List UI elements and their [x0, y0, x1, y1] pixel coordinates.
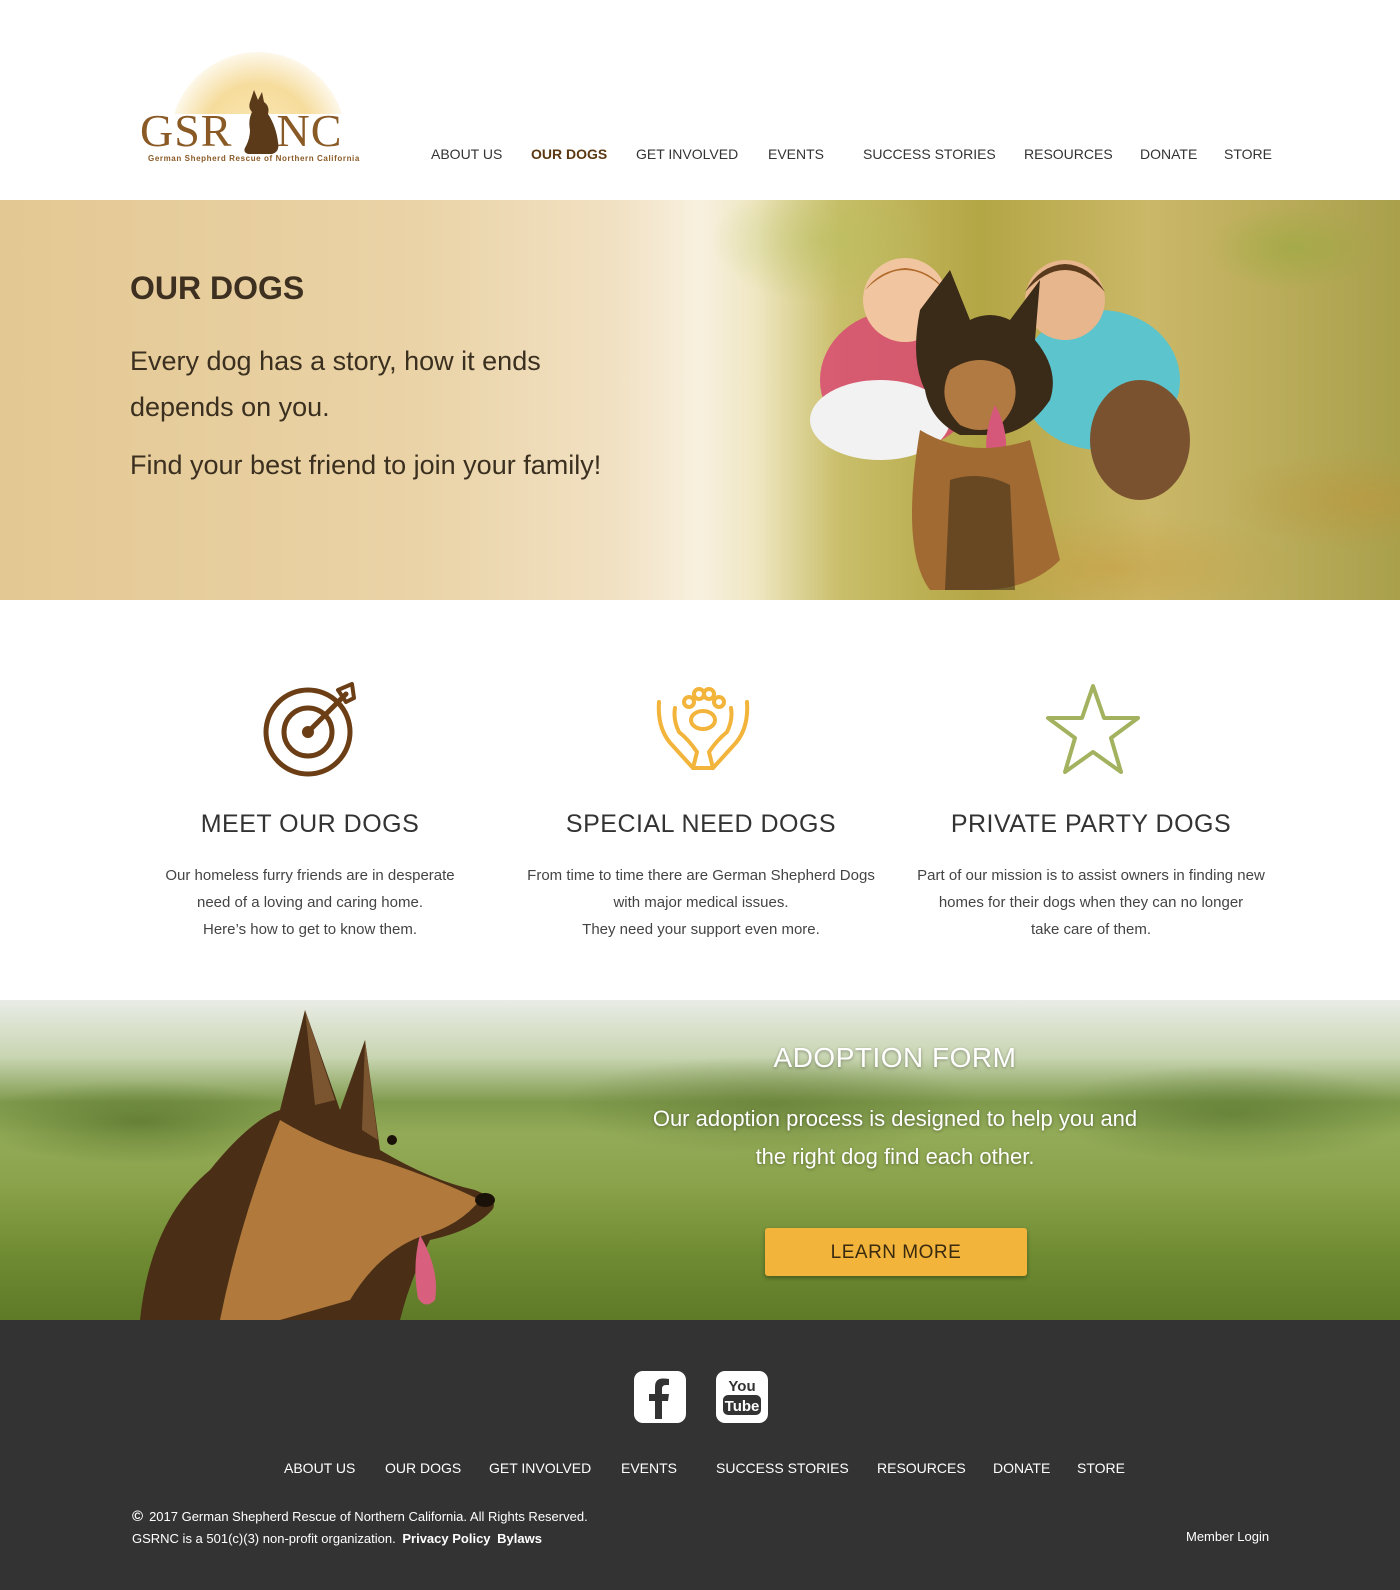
feature-title: MEET OUR DOGS	[200, 810, 420, 838]
hero-tagline: Every dog has a story, how it ends depen…	[130, 346, 541, 422]
hero-subtagline: Find your best friend to join your famil…	[130, 450, 602, 480]
target-icon	[263, 682, 356, 777]
privacy-policy-link[interactable]: Privacy Policy	[402, 1531, 490, 1546]
svg-text:Tube: Tube	[725, 1398, 760, 1415]
footer-nav-events[interactable]: EVENTS	[621, 1460, 677, 1476]
footer-nav-donate[interactable]: DONATE	[993, 1460, 1050, 1476]
footer-nav-our-dogs[interactable]: OUR DOGS	[385, 1460, 461, 1476]
adoption-title: ADOPTION FORM	[773, 1042, 1017, 1073]
nav-events[interactable]: EVENTS	[768, 146, 824, 162]
nav-our-dogs[interactable]: OUR DOGS	[531, 146, 607, 162]
hero-photo-kids-with-dog	[810, 258, 1190, 590]
nonprofit-text: GSRNC is a 501(c)(3) non-profit organiza…	[132, 1531, 542, 1546]
footer-nav-resources[interactable]: RESOURCES	[877, 1460, 966, 1476]
feature-title: PRIVATE PARTY DOGS	[950, 810, 1232, 838]
footer-nav-get-involved[interactable]: GET INVOLVED	[489, 1460, 591, 1476]
adoption-photo-shepherd	[140, 1010, 495, 1320]
nav-about-us[interactable]: ABOUT US	[431, 146, 502, 162]
nav-resources[interactable]: RESOURCES	[1024, 146, 1113, 162]
youtube-icon: You Tube	[723, 1378, 761, 1415]
svg-text:You: You	[728, 1378, 755, 1395]
nav-success-stories[interactable]: SUCCESS STORIES	[863, 146, 996, 162]
adoption-text: Our adoption process is designed to help…	[652, 1106, 1138, 1169]
footer-nav-store[interactable]: STORE	[1077, 1460, 1125, 1476]
feature-title: SPECIAL NEED DOGS	[565, 810, 837, 838]
paw-hands-icon	[656, 687, 750, 770]
site-footer: You Tube ABOUT US OUR DOGS GET INVOLVED …	[0, 1320, 1400, 1590]
footer-nav-about-us[interactable]: ABOUT US	[284, 1460, 355, 1476]
facebook-icon	[649, 1378, 669, 1419]
member-login-link[interactable]: Member Login	[1186, 1529, 1269, 1544]
page-title: OUR DOGS	[130, 270, 305, 306]
adoption-banner: ADOPTION FORM Our adoption process is de…	[0, 1000, 1400, 1320]
nav-get-involved[interactable]: GET INVOLVED	[636, 146, 738, 162]
nav-store[interactable]: STORE	[1224, 146, 1272, 162]
copyright-text: © 2017 German Shepherd Rescue of Northern…	[132, 1508, 588, 1525]
feature-description: Part of our mission is to assist owners …	[917, 867, 1265, 938]
footer-nav-success-stories[interactable]: SUCCESS STORIES	[716, 1460, 849, 1476]
main-nav: ABOUT US OUR DOGS GET INVOLVED EVENTS SU…	[0, 146, 1400, 166]
feature-section: MEET OUR DOGS Our homeless furry friends…	[0, 600, 1400, 1000]
learn-more-button[interactable]: LEARN MORE	[765, 1228, 1027, 1276]
copyright-icon: ©	[132, 1508, 144, 1525]
feature-description: From time to time there are German Sheph…	[527, 867, 875, 938]
facebook-link[interactable]	[634, 1371, 686, 1423]
site-header: GSR NC German Shepherd Rescue of Northern…	[0, 0, 1400, 200]
youtube-link[interactable]: You Tube	[716, 1371, 768, 1423]
bylaws-link[interactable]: Bylaws	[497, 1531, 542, 1546]
hero-banner: OUR DOGS Every dog has a story, how it e…	[0, 200, 1400, 600]
star-icon	[1046, 684, 1140, 774]
nav-donate[interactable]: DONATE	[1140, 146, 1197, 162]
feature-description: Our homeless furry friends are in desper…	[165, 867, 455, 938]
